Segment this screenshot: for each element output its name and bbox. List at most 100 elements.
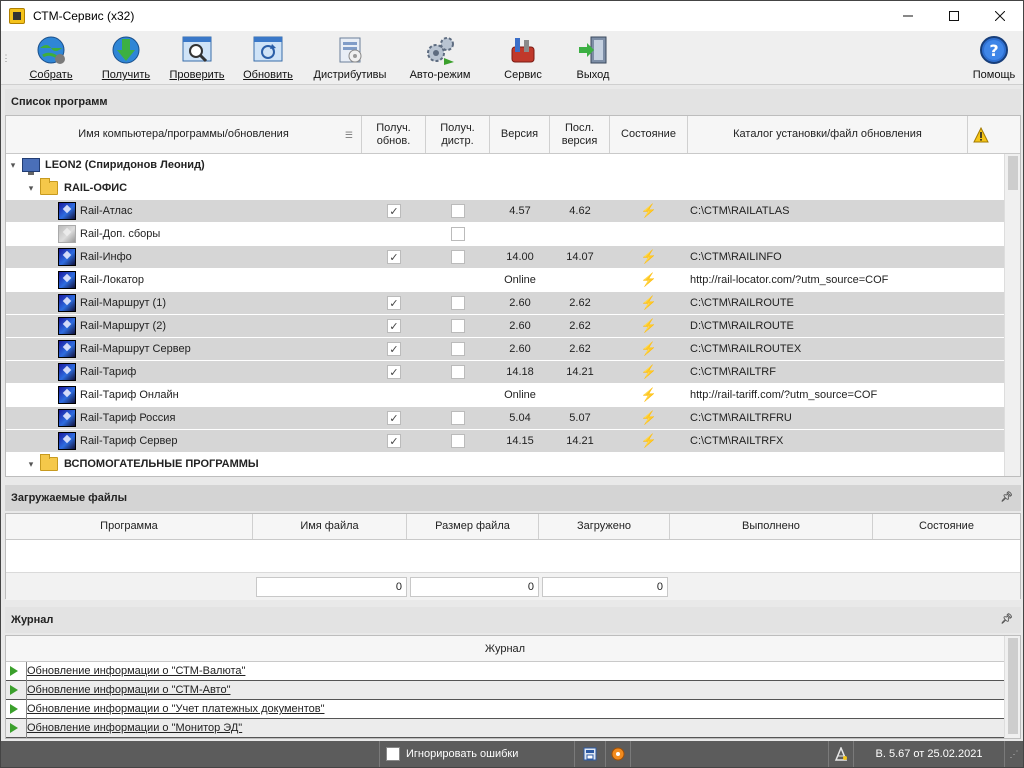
play-icon[interactable] (10, 723, 18, 733)
program-row[interactable]: Rail-Тариф Онлайн Online ⚡ http://rail-tari… (6, 384, 1004, 407)
program-row[interactable]: Rail-Тариф Сервер ✓ 14.15 14.21 ⚡ C:\CTM\RAIL… (6, 430, 1004, 453)
get-dist-checkbox[interactable] (451, 227, 465, 241)
program-row[interactable]: Rail-Атлас ✓ 4.57 4.62 ⚡ C:\CTM\RAILATLAS (6, 200, 1004, 223)
col-last-version-header[interactable]: Посл. версия (550, 116, 610, 153)
receive-button[interactable]: Получить (91, 31, 161, 85)
programs-grid[interactable]: Имя компьютера/программы/обновления ☰ По… (5, 115, 1021, 477)
collapse-chevron-icon[interactable]: ▾ (8, 160, 18, 171)
col-file-name-header[interactable]: Имя файла (253, 514, 407, 539)
service-button[interactable]: Сервис (483, 31, 563, 85)
help-button[interactable]: ? Помощь (965, 31, 1023, 85)
get-updates-checkbox[interactable]: ✓ (387, 342, 401, 356)
program-icon (58, 317, 76, 335)
journal-grid[interactable]: Журнал Обновление информации о "СТМ-Валю… (5, 635, 1021, 739)
pin-icon[interactable]: 📌︎ (1000, 492, 1013, 503)
col-get-dist-header[interactable]: Получ. дистр. (426, 116, 490, 153)
journal-entry-link[interactable]: Обновление информации о "Монитор ЭД" (26, 718, 242, 738)
get-updates-checkbox[interactable]: ✓ (387, 319, 401, 333)
path-cell: http://rail-tariff.com/?utm_source=COF (690, 389, 878, 401)
col-warning-header[interactable] (968, 116, 994, 153)
program-row[interactable]: Rail-Локатор Online ⚡ http://rail-locator.c… (6, 269, 1004, 292)
collapse-chevron-icon[interactable]: ▾ (26, 183, 36, 194)
col-program-header[interactable]: Программа (6, 514, 253, 539)
get-dist-checkbox[interactable] (451, 365, 465, 379)
scrollbar-thumb[interactable] (1008, 156, 1018, 190)
get-dist-checkbox[interactable] (451, 204, 465, 218)
get-dist-checkbox[interactable] (451, 250, 465, 264)
get-updates-checkbox[interactable]: ✓ (387, 365, 401, 379)
state-cell (610, 223, 688, 246)
program-row[interactable]: Rail-Маршрут Сервер ✓ 2.60 2.62 ⚡ C:\CTM\RAIL… (6, 338, 1004, 361)
update-needed-icon: ⚡ (640, 433, 658, 448)
get-dist-checkbox[interactable] (451, 342, 465, 356)
program-row[interactable]: Rail-Маршрут (2) ✓ 2.60 2.62 ⚡ D:\CTM\RAILROU… (6, 315, 1004, 338)
play-icon[interactable] (10, 704, 18, 714)
journal-entry-link[interactable]: Обновление информации о "Учет платежных … (26, 699, 324, 719)
get-dist-checkbox[interactable] (451, 319, 465, 333)
downloads-grid[interactable]: Программа Имя файла Размер файла Загруже… (5, 513, 1021, 600)
col-path-header[interactable]: Каталог установки/файл обновления (688, 116, 968, 153)
group-row-aux-programs[interactable]: ▾ ВСПОМОГАТЕЛЬНЫЕ ПРОГРАММЫ (6, 453, 1004, 476)
save-log-button[interactable] (575, 747, 605, 761)
journal-entry-link[interactable]: Обновление информации о "СТМ-Валюта" (26, 661, 245, 681)
maximize-button[interactable] (931, 1, 977, 31)
journal-col-label: Журнал (484, 642, 526, 655)
get-updates-checkbox[interactable]: ✓ (387, 434, 401, 448)
journal-entry-link[interactable]: Обновление информации о "СТМ-Авто" (26, 680, 230, 700)
col-file-size-header[interactable]: Размер файла (407, 514, 539, 539)
journal-row[interactable]: Обновление информации о "Учет платежных … (6, 699, 1004, 719)
update-button[interactable]: Обновить (233, 31, 303, 85)
distributives-button[interactable]: Дистрибутивы (303, 31, 397, 85)
path-cell: http://rail-locator.com/?utm_source=COF (690, 274, 889, 286)
title-bar[interactable]: СТМ-Сервис (x32) (1, 1, 1023, 31)
col-state-label: Состояние (621, 128, 676, 140)
get-updates-checkbox[interactable]: ✓ (387, 296, 401, 310)
program-row[interactable]: Rail-Тариф ✓ 14.18 14.21 ⚡ C:\CTM\RAILTRF (6, 361, 1004, 384)
journal-row[interactable]: Обновление информации о "Монитор ЭД" (6, 718, 1004, 738)
program-icon (58, 363, 76, 381)
program-name: Rail-Маршрут Сервер (80, 343, 191, 355)
resize-grip-icon[interactable]: ⋰ (1005, 749, 1023, 760)
play-icon[interactable] (10, 666, 18, 676)
get-dist-checkbox[interactable] (451, 411, 465, 425)
toolbar-grip[interactable]: ⋮ (1, 31, 11, 85)
col-get-updates-header[interactable]: Получ. обнов. (362, 116, 426, 153)
program-row[interactable]: Rail-Доп. сборы (6, 223, 1004, 246)
exit-button[interactable]: Выход (563, 31, 623, 85)
collapse-chevron-icon[interactable]: ▾ (26, 459, 36, 470)
get-updates-checkbox[interactable]: ✓ (387, 204, 401, 218)
programs-vertical-scrollbar[interactable] (1004, 154, 1020, 476)
journal-grid-header[interactable]: Журнал (6, 636, 1004, 662)
journal-vertical-scrollbar[interactable] (1004, 636, 1020, 738)
scrollbar-thumb[interactable] (1008, 638, 1018, 734)
auto-mode-button[interactable]: Авто-режим (397, 31, 483, 85)
settings-button[interactable] (606, 747, 630, 761)
col-done-header[interactable]: Выполнено (670, 514, 873, 539)
get-dist-checkbox[interactable] (451, 434, 465, 448)
settings-badge-icon (611, 747, 625, 761)
check-button[interactable]: Проверить (161, 31, 233, 85)
get-dist-checkbox[interactable] (451, 296, 465, 310)
font-button[interactable] (829, 747, 853, 761)
collect-button[interactable]: Собрать (11, 31, 91, 85)
col-dl-state-header[interactable]: Состояние (873, 514, 1020, 539)
close-button[interactable] (977, 1, 1023, 31)
journal-row[interactable]: Обновление информации о "СТМ-Валюта" (6, 661, 1004, 681)
minimize-button[interactable] (885, 1, 931, 31)
program-row[interactable]: Rail-Тариф Россия ✓ 5.04 5.07 ⚡ C:\CTM\RAILTR… (6, 407, 1004, 430)
play-icon[interactable] (10, 685, 18, 695)
program-name: Rail-Тариф Онлайн (80, 389, 179, 401)
get-updates-checkbox[interactable]: ✓ (387, 411, 401, 425)
ignore-errors-checkbox[interactable] (386, 747, 400, 761)
col-version-header[interactable]: Версия (490, 116, 550, 153)
computer-row[interactable]: ▾ LEON2 (Спиридонов Леонид) (6, 154, 1004, 177)
pin-icon[interactable]: 📌︎ (1000, 614, 1013, 625)
journal-row[interactable]: Обновление информации о "СТМ-Авто" (6, 680, 1004, 700)
col-state-header[interactable]: Состояние (610, 116, 688, 153)
program-row[interactable]: Rail-Инфо ✓ 14.00 14.07 ⚡ C:\CTM\RAILINFO (6, 246, 1004, 269)
get-updates-checkbox[interactable]: ✓ (387, 250, 401, 264)
group-row-rail-office[interactable]: ▾ RAIL-ОФИС (6, 177, 1004, 200)
col-downloaded-header[interactable]: Загружено (539, 514, 670, 539)
col-name-header[interactable]: Имя компьютера/программы/обновления ☰ (6, 116, 362, 153)
program-row[interactable]: Rail-Маршрут (1) ✓ 2.60 2.62 ⚡ C:\CTM\RAILROU… (6, 292, 1004, 315)
